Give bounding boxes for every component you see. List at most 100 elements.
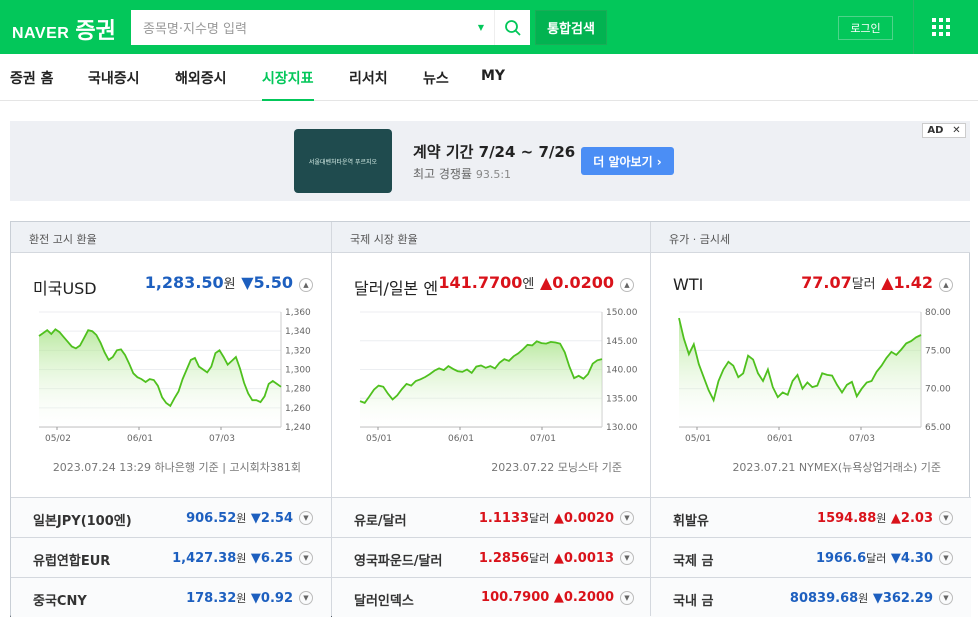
- indicator-name[interactable]: 달러/일본 엔: [354, 275, 438, 299]
- row-name[interactable]: 국내 금: [673, 590, 713, 609]
- indicator-row[interactable]: 영국파운드/달러 1.2856달러 ▲0.0013 ▼: [332, 537, 652, 577]
- main-nav: 증권 홈 국내증시 해외증시 시장지표 리서치 뉴스 MY: [0, 54, 978, 101]
- row-name[interactable]: 유로/달러: [354, 510, 407, 529]
- indicator-row[interactable]: 국제 금 1966.6달러 ▼4.30 ▼: [651, 537, 971, 577]
- login-button[interactable]: 로그인: [838, 16, 893, 40]
- integrated-search-button[interactable]: 통합검색: [535, 10, 607, 45]
- ad-cta-button[interactable]: 더 알아보기 ›: [581, 147, 674, 175]
- row-value: 906.52원 ▼2.54: [186, 510, 293, 526]
- column-header[interactable]: 환전 고시 환율: [11, 222, 331, 253]
- row-name[interactable]: 일본JPY(100엔): [33, 510, 132, 529]
- expand-icon[interactable]: ▼: [299, 551, 313, 565]
- y-tick-label: 70.00: [925, 385, 951, 395]
- indicator-row[interactable]: 중국CNY 178.32원 ▼0.92 ▼: [11, 577, 331, 617]
- row-name[interactable]: 영국파운드/달러: [354, 550, 442, 569]
- nav-tab-1[interactable]: 국내증시: [88, 68, 140, 101]
- ad-subtitle: 최고 경쟁률 93.5:1: [413, 165, 511, 182]
- row-price: 1.1133: [478, 511, 530, 526]
- nav-tab-5[interactable]: 뉴스: [423, 68, 449, 101]
- x-tick-label: 05/01: [685, 434, 711, 442]
- indicator-row[interactable]: 달러인덱스 100.7900 ▲0.2000 ▼: [332, 577, 652, 617]
- indicator-name[interactable]: 미국USD: [33, 275, 97, 299]
- nav-tab-6[interactable]: MY: [481, 68, 505, 101]
- expand-icon[interactable]: ▼: [939, 511, 953, 525]
- price-chart[interactable]: 150.00 145.00 140.00 135.00 130.00 05/01 06/01…: [332, 302, 652, 442]
- expand-icon[interactable]: ▼: [620, 551, 634, 565]
- indicator-change: 1.42: [893, 273, 933, 292]
- expand-icon[interactable]: ▼: [299, 591, 313, 605]
- collapse-icon[interactable]: ▲: [299, 278, 313, 292]
- logo-service: 증권: [75, 19, 116, 44]
- x-tick-label: 05/02: [45, 434, 71, 442]
- chart-area: [679, 318, 921, 427]
- row-unit: 달러: [529, 552, 550, 565]
- indicator-row[interactable]: 일본JPY(100엔) 906.52원 ▼2.54 ▼: [11, 497, 331, 537]
- expand-icon[interactable]: ▼: [620, 591, 634, 605]
- market-indicator-panel: 환전 고시 환율 미국USD 1,283.50원 ▼5.50 ▲ 2023.07…: [10, 221, 971, 617]
- indicator-change: 5.50: [253, 273, 293, 292]
- row-price: 178.32: [186, 591, 237, 606]
- row-value: 1.2856달러 ▲0.0013: [479, 550, 614, 566]
- collapse-icon[interactable]: ▲: [939, 278, 953, 292]
- row-name[interactable]: 중국CNY: [33, 590, 87, 609]
- row-value: 178.32원 ▼0.92: [186, 590, 293, 606]
- row-price: 906.52: [186, 511, 237, 526]
- column-header[interactable]: 유가 · 금시세: [651, 222, 970, 253]
- y-tick-label: 1,360: [285, 308, 311, 318]
- row-price: 80839.68: [789, 591, 859, 606]
- row-change: 2.54: [260, 511, 293, 526]
- nav-tab-2[interactable]: 해외증시: [175, 68, 227, 101]
- indicator-row[interactable]: 유럽연합EUR 1,427.38원 ▼6.25 ▼: [11, 537, 331, 577]
- price-chart[interactable]: 80.00 75.00 70.00 65.00 05/01 06/01 07/03: [651, 302, 971, 442]
- y-tick-label: 1,300: [285, 366, 311, 376]
- column-header[interactable]: 국제 시장 환율: [332, 222, 651, 253]
- indicator-column-0: 환전 고시 환율 미국USD 1,283.50원 ▼5.50 ▲ 2023.07…: [11, 222, 331, 617]
- indicator-name[interactable]: WTI: [673, 275, 703, 294]
- data-source: 2023.07.24 13:29 하나은행 기준 | 고시회차381회: [11, 459, 321, 475]
- search-input[interactable]: 종목명·지수명 입력 ▼: [131, 10, 494, 45]
- expand-icon[interactable]: ▼: [939, 551, 953, 565]
- main-indicator[interactable]: 달러/일본 엔 141.7700엔 ▲0.0200 ▲: [332, 267, 652, 299]
- nav-tab-3[interactable]: 시장지표: [262, 68, 314, 101]
- app-menu-icon[interactable]: [932, 18, 950, 36]
- row-name[interactable]: 국제 금: [673, 550, 713, 569]
- ad-subtitle-label: 최고 경쟁률: [413, 167, 473, 181]
- row-name[interactable]: 휘발유: [673, 510, 709, 529]
- indicator-row[interactable]: 유로/달러 1.1133달러 ▲0.0020 ▼: [332, 497, 652, 537]
- expand-icon[interactable]: ▼: [299, 511, 313, 525]
- search-dropdown-icon[interactable]: ▼: [478, 23, 484, 32]
- chart-area: [39, 329, 281, 427]
- change-arrow-icon: ▲: [553, 551, 564, 566]
- main-indicator[interactable]: WTI 77.07달러 ▲1.42 ▲: [651, 267, 971, 297]
- expand-icon[interactable]: ▼: [939, 591, 953, 605]
- search-button[interactable]: [494, 10, 530, 45]
- ad-badge[interactable]: AD ✕: [922, 123, 966, 138]
- indicator-unit: 달러: [851, 277, 876, 292]
- y-tick-label: 135.00: [606, 394, 638, 404]
- row-change: 0.0020: [563, 511, 614, 526]
- search-placeholder: 종목명·지수명 입력: [143, 22, 247, 37]
- close-icon[interactable]: ✕: [952, 125, 960, 136]
- row-name[interactable]: 달러인덱스: [354, 590, 414, 609]
- main-indicator[interactable]: 미국USD 1,283.50원 ▼5.50 ▲: [11, 267, 331, 299]
- change-arrow-icon: ▼: [250, 591, 261, 606]
- indicator-row[interactable]: 휘발유 1594.88원 ▲2.03 ▼: [651, 497, 971, 537]
- change-arrow-icon: ▲: [553, 590, 564, 605]
- row-price: 1,427.38: [172, 551, 237, 566]
- row-name[interactable]: 유럽연합EUR: [33, 550, 110, 569]
- nav-tab-4[interactable]: 리서치: [349, 68, 388, 101]
- ad-thumbnail[interactable]: 서울대벤처타운역 푸르지오: [294, 129, 392, 193]
- collapse-icon[interactable]: ▲: [620, 278, 634, 292]
- expand-icon[interactable]: ▼: [620, 511, 634, 525]
- ad-title[interactable]: 계약 기간 7/24 ~ 7/26: [413, 141, 575, 162]
- ad-banner[interactable]: 서울대벤처타운역 푸르지오 계약 기간 7/24 ~ 7/26 최고 경쟁률 9…: [10, 121, 970, 201]
- naver-finance-logo[interactable]: NAVER 증권: [12, 13, 116, 45]
- indicator-row[interactable]: 국내 금 80839.68원 ▼362.29 ▼: [651, 577, 971, 617]
- row-change: 0.92: [260, 591, 293, 606]
- indicator-price: 77.07: [801, 273, 852, 292]
- y-tick-label: 1,280: [285, 385, 311, 395]
- top-header: NAVER 증권 종목명·지수명 입력 ▼ 통합검색 로그인: [0, 0, 978, 54]
- price-chart[interactable]: 1,360 1,340 1,320 1,300 1,280 1,260 1,240 05/02…: [11, 302, 331, 442]
- row-value: 80839.68원 ▼362.29: [790, 590, 933, 606]
- nav-tab-0[interactable]: 증권 홈: [10, 68, 54, 101]
